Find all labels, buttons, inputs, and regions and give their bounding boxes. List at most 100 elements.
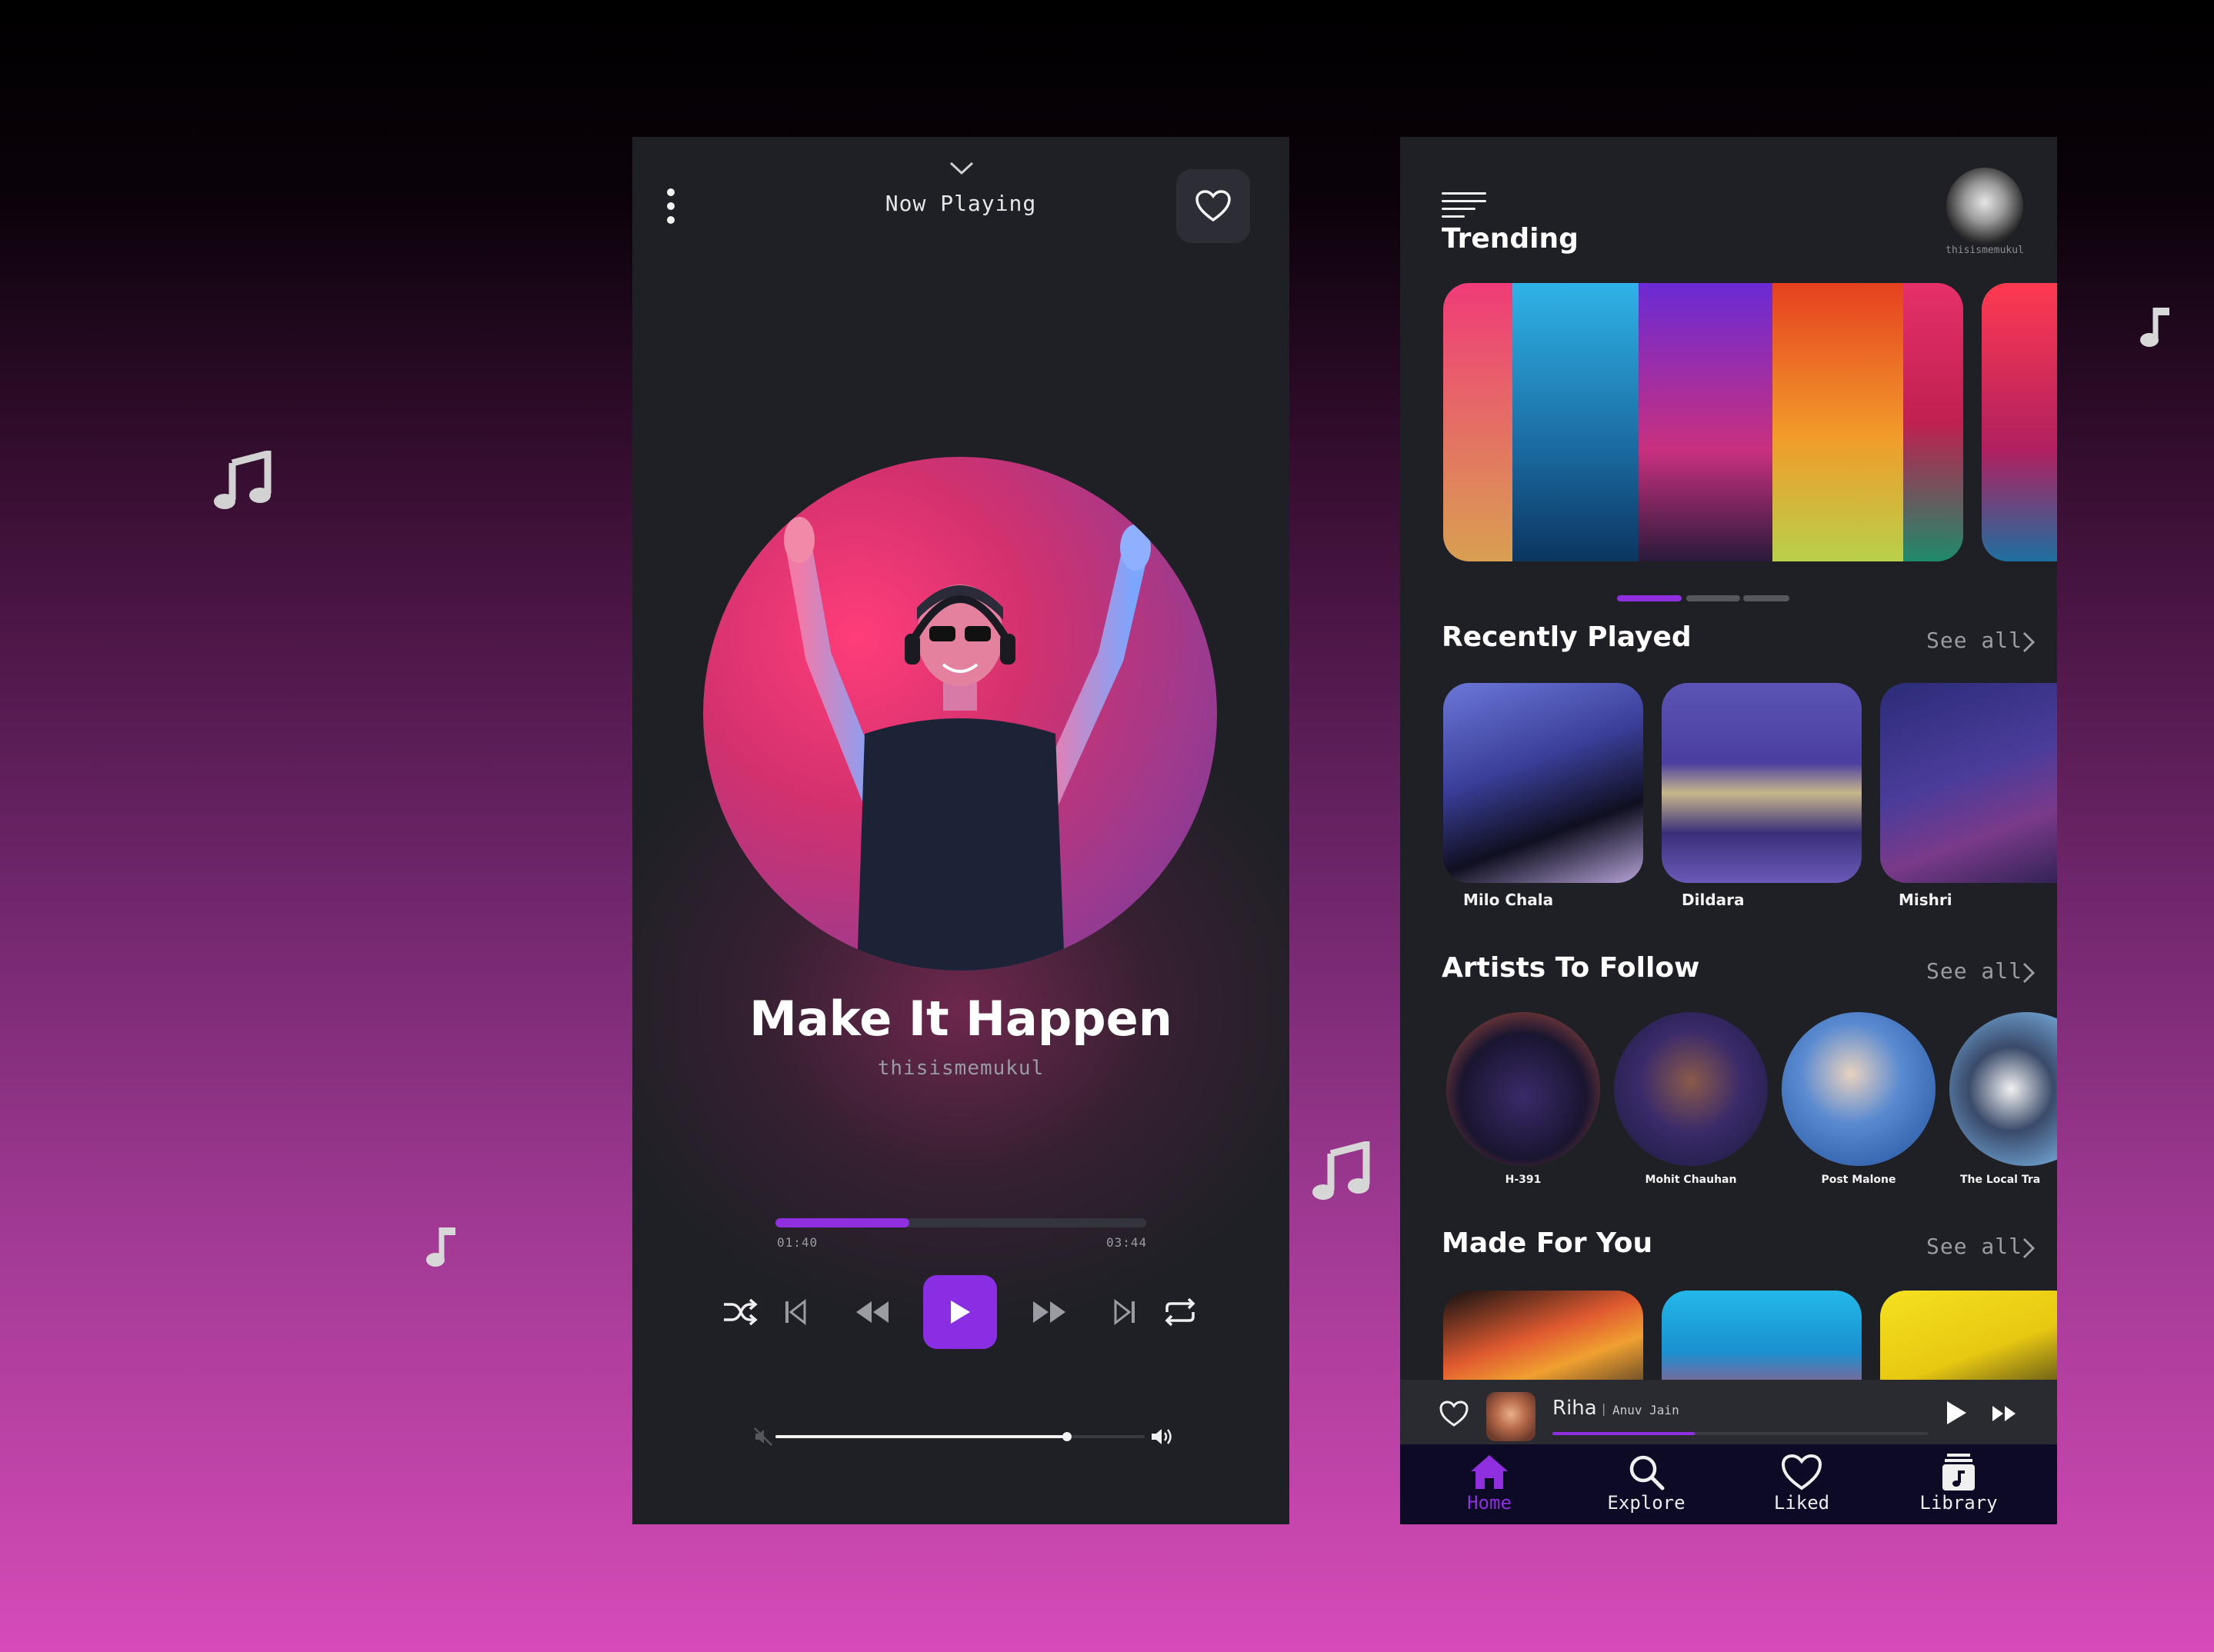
fast-forward-icon[interactable] <box>1991 1404 2017 1423</box>
chevron-right-icon[interactable] <box>2022 631 2036 653</box>
fast-forward-button[interactable] <box>1028 1292 1071 1332</box>
chevron-right-icon[interactable] <box>2022 962 2036 984</box>
heart-icon <box>1195 190 1231 222</box>
next-button[interactable] <box>1109 1292 1140 1332</box>
like-button[interactable] <box>1176 169 1250 243</box>
music-note-icon <box>425 1224 458 1269</box>
trending-photo <box>1639 283 1772 561</box>
heart-icon <box>1779 1450 1825 1494</box>
recently-played-see-all[interactable]: See all <box>1926 628 2022 653</box>
pager-dot[interactable] <box>1686 595 1740 601</box>
fast-forward-icon <box>1033 1301 1065 1323</box>
dot <box>667 216 675 224</box>
home-screen: Trending thisismemukul Recently Played S… <box>1400 137 2057 1524</box>
tab-label: Liked <box>1773 1492 1830 1514</box>
tab-label: Library <box>1919 1492 1998 1514</box>
volume-slider[interactable] <box>775 1432 1145 1441</box>
trending-photo <box>1772 283 1903 561</box>
bottom-tab-bar: Home Explore Liked Library <box>1400 1444 2057 1524</box>
mini-player[interactable]: Riha | Anuv Jain <box>1400 1380 2057 1444</box>
mute-button[interactable] <box>752 1426 774 1447</box>
shuffle-button[interactable] <box>720 1291 760 1334</box>
volume-up-icon <box>1152 1429 1172 1444</box>
tab-label: Explore <box>1607 1492 1686 1514</box>
seek-bar[interactable] <box>775 1218 1146 1227</box>
chevron-down-icon[interactable] <box>949 160 975 177</box>
song-title: Make It Happen <box>749 991 1172 1047</box>
mini-player-title: Riha <box>1552 1397 1597 1420</box>
recently-played-label: Milo Chala <box>1463 891 1554 909</box>
home-icon <box>1466 1450 1512 1494</box>
trending-photo <box>1512 283 1639 561</box>
heart-icon[interactable] <box>1439 1400 1469 1427</box>
menu-line <box>1442 208 1475 210</box>
artists-see-all[interactable]: See all <box>1926 958 2022 984</box>
menu-line <box>1442 215 1465 218</box>
dancer-figure <box>784 517 1151 971</box>
mini-player-separator: | <box>1602 1401 1606 1416</box>
tab-library[interactable]: Library <box>1880 1444 2037 1524</box>
menu-button[interactable] <box>1442 192 1486 218</box>
rewind-button[interactable] <box>851 1292 894 1332</box>
music-notes-icon <box>211 451 272 511</box>
tab-label: Home <box>1467 1492 1512 1514</box>
recently-played-title: Recently Played <box>1442 621 1692 653</box>
tab-explore[interactable]: Explore <box>1568 1444 1725 1524</box>
pager-dot[interactable] <box>1743 595 1789 601</box>
previous-button[interactable] <box>780 1292 811 1332</box>
play-icon <box>951 1301 970 1324</box>
menu-line <box>1442 192 1486 195</box>
mini-player-progress[interactable] <box>1552 1432 1928 1435</box>
seek-bar-fill <box>775 1218 909 1227</box>
now-playing-screen: Now Playing Make It Happen thisismemukul… <box>632 137 1289 1524</box>
recently-played-label: Dildara <box>1682 891 1745 909</box>
total-time: 03:44 <box>1106 1235 1148 1250</box>
mini-player-artist: Anuv Jain <box>1612 1403 1679 1417</box>
play-button[interactable] <box>923 1275 997 1349</box>
artist-avatar[interactable] <box>1782 1012 1936 1166</box>
pager-dot-active[interactable] <box>1617 595 1682 601</box>
skip-next-icon <box>1114 1299 1135 1325</box>
made-for-you-title: Made For You <box>1442 1227 1653 1259</box>
artist-name: The Local Tra <box>1960 1174 2041 1186</box>
artist-avatar[interactable] <box>1446 1012 1600 1166</box>
volume-fill <box>775 1435 1068 1438</box>
made-for-you-see-all[interactable]: See all <box>1926 1234 2022 1259</box>
mini-player-progress-fill <box>1552 1432 1696 1435</box>
artist-name: Mohit Chauhan <box>1645 1174 1737 1186</box>
repeat-button[interactable] <box>1160 1291 1200 1334</box>
repeat-icon <box>1165 1297 1195 1327</box>
volume-up-button[interactable] <box>1149 1424 1175 1449</box>
recently-played-label: Mishri <box>1899 891 1952 909</box>
tab-home[interactable]: Home <box>1411 1444 1568 1524</box>
trending-banner-next[interactable] <box>1982 283 2057 561</box>
recently-played-card[interactable] <box>1662 683 1862 883</box>
profile-avatar[interactable] <box>1946 168 2023 245</box>
library-icon <box>1936 1450 1982 1494</box>
trending-title: Trending <box>1442 223 1579 255</box>
recently-played-card[interactable] <box>1880 683 2057 883</box>
album-art <box>703 457 1217 971</box>
artist-name: H-391 <box>1505 1174 1542 1186</box>
tab-liked[interactable]: Liked <box>1723 1444 1880 1524</box>
trending-photo <box>1443 283 1512 561</box>
artist-avatar[interactable] <box>1949 1012 2057 1166</box>
artist-name: Post Malone <box>1821 1174 1896 1186</box>
current-time: 01:40 <box>777 1235 819 1250</box>
skip-previous-icon <box>785 1299 806 1325</box>
song-artist[interactable]: thisismemukul <box>632 1057 1289 1080</box>
trending-banner[interactable] <box>1443 283 1963 561</box>
recently-played-card[interactable] <box>1443 683 1643 883</box>
menu-line <box>1442 200 1486 202</box>
chevron-right-icon[interactable] <box>2022 1237 2036 1259</box>
volume-knob[interactable] <box>1062 1432 1072 1441</box>
rewind-icon <box>856 1301 889 1323</box>
trending-photo <box>1903 283 1963 561</box>
volume-mute-icon <box>754 1427 772 1446</box>
profile-name: thisismemukul <box>1946 245 2024 256</box>
shuffle-icon <box>724 1298 758 1326</box>
artist-avatar[interactable] <box>1614 1012 1768 1166</box>
play-icon[interactable] <box>1945 1400 1968 1426</box>
mini-player-album-art[interactable] <box>1486 1392 1535 1441</box>
artists-title: Artists To Follow <box>1442 952 1700 984</box>
